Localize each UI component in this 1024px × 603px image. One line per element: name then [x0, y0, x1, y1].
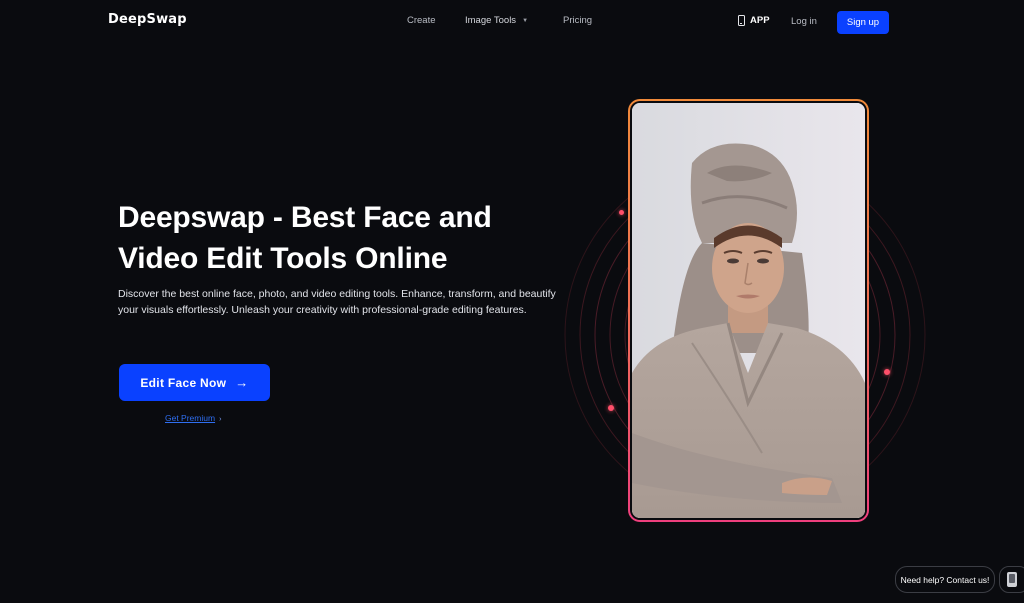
login-link[interactable]: Log in	[791, 16, 817, 27]
photo-frame	[628, 99, 869, 522]
chevron-right-icon: ›	[219, 416, 222, 423]
nav-pricing[interactable]: Pricing	[563, 15, 592, 26]
woman-portrait-illustration	[632, 103, 865, 518]
phone-icon	[738, 15, 745, 26]
decorative-dot	[608, 405, 614, 411]
hero-photo	[632, 103, 865, 518]
get-premium-label: Get Premium	[165, 413, 216, 423]
top-nav: DeepSwap Create Image Tools ▼ Pricing APP…	[0, 0, 1024, 42]
decorative-dot	[619, 210, 624, 215]
app-link[interactable]: APP	[738, 15, 770, 26]
nav-image-tools[interactable]: Image Tools ▼	[465, 15, 528, 26]
hero-title: Deepswap - Best Face and Video Edit Tool…	[118, 201, 492, 275]
decorative-dot	[884, 369, 890, 375]
contact-help-button[interactable]: Need help? Contact us!	[895, 566, 995, 593]
nav-create[interactable]: Create	[407, 15, 436, 26]
hero-description: Discover the best online face, photo, an…	[118, 288, 556, 316]
cta-label: Edit Face Now	[140, 375, 227, 390]
phone-app-icon	[1007, 572, 1017, 587]
app-label: APP	[750, 15, 770, 26]
signup-button[interactable]: Sign up	[837, 11, 889, 34]
arrow-right-icon: →	[235, 375, 249, 390]
app-download-button[interactable]	[999, 566, 1024, 593]
edit-face-now-button[interactable]: Edit Face Now →	[119, 364, 270, 401]
logo[interactable]: DeepSwap	[108, 12, 187, 27]
nav-image-tools-label: Image Tools	[465, 15, 517, 26]
chevron-down-icon: ▼	[522, 18, 529, 24]
get-premium-link[interactable]: Get Premium ›	[165, 413, 221, 423]
